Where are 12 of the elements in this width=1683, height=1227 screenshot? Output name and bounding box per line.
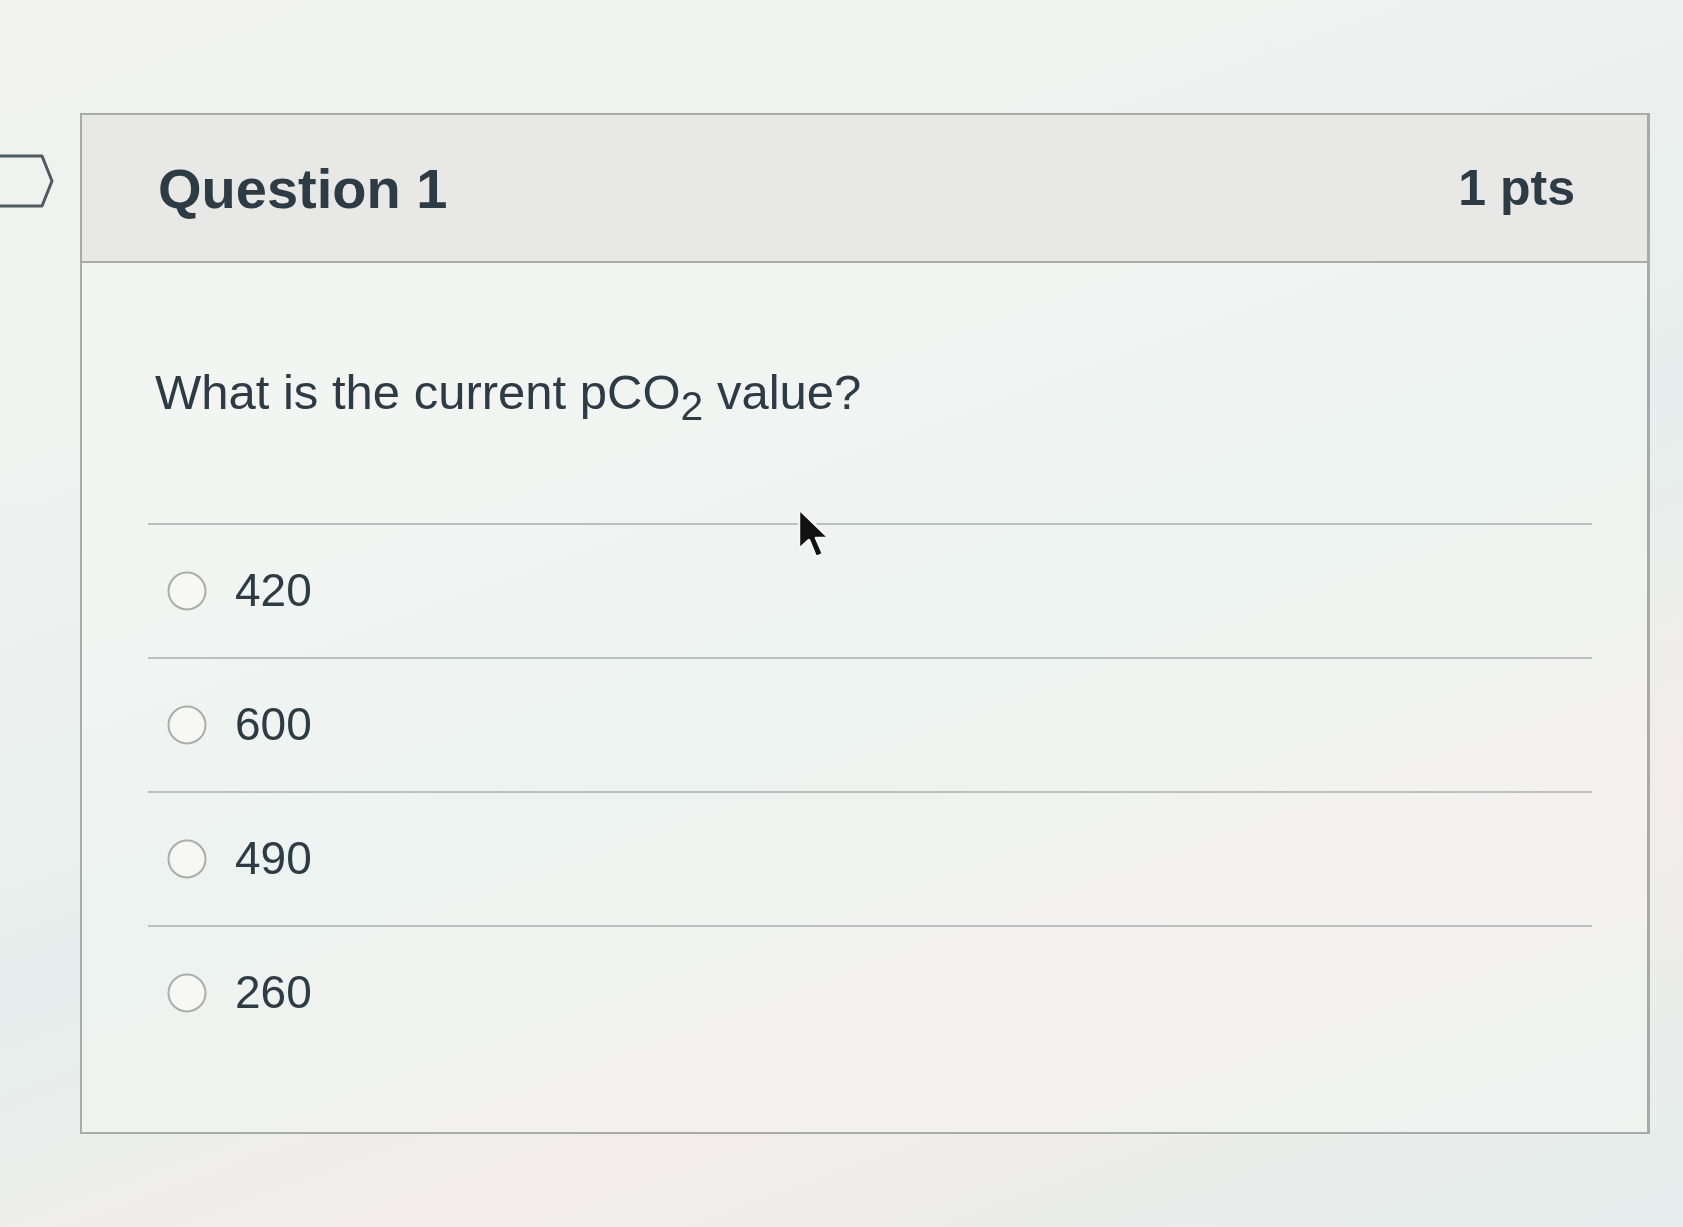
radio-button[interactable] xyxy=(167,838,207,879)
points-label: 1 pts xyxy=(1458,159,1575,217)
flag-outline-icon[interactable] xyxy=(0,153,55,209)
answer-label: 490 xyxy=(235,832,312,886)
answer-label: 600 xyxy=(235,698,312,752)
answer-label: 260 xyxy=(235,966,312,1020)
radio-button[interactable] xyxy=(167,972,207,1013)
question-title: Question 1 xyxy=(158,155,448,221)
radio-button[interactable] xyxy=(167,570,207,611)
question-text: What is the current pCO$_{2}$ value? xyxy=(155,364,863,431)
radio-button[interactable] xyxy=(167,704,207,745)
answer-label: 420 xyxy=(235,564,312,618)
